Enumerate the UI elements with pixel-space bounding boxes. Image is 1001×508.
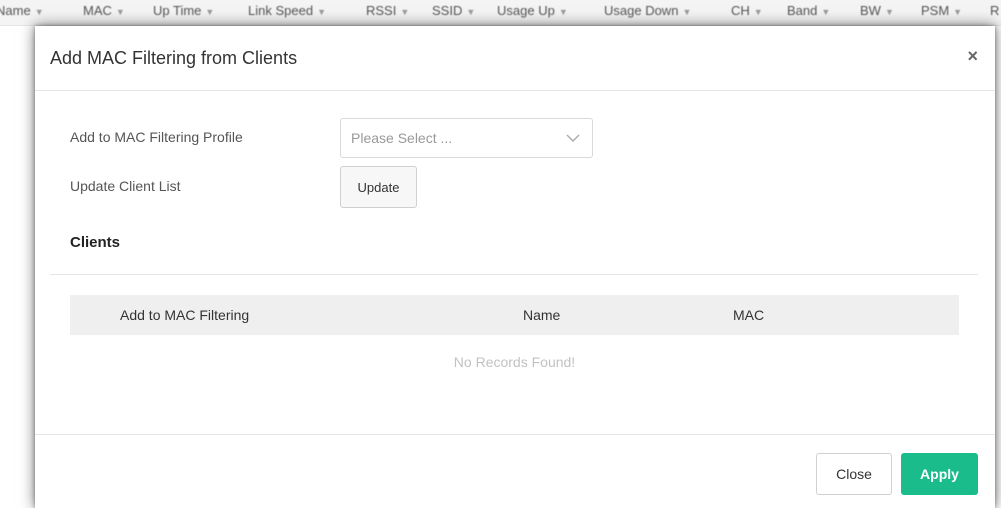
- bg-column-header: Up Time ▼: [153, 3, 215, 18]
- column-header-add-to-mac-filtering: Add to MAC Filtering: [120, 307, 250, 323]
- chevron-down-icon: [566, 134, 580, 142]
- bg-column-header: RSSI ▼: [366, 3, 410, 18]
- clients-section-title: Clients: [70, 234, 121, 251]
- section-divider: [50, 274, 978, 275]
- select-placeholder: Please Select ...: [351, 130, 453, 146]
- bg-column-header: MAC ▼: [83, 3, 125, 18]
- background-table-header: Name▼ MAC▼ Up Time▼ Link Speed▼ RSSI▼ SS…: [0, 0, 1001, 26]
- modal-title: Add MAC Filtering from Clients: [50, 48, 298, 68]
- column-header-name: Name: [523, 307, 561, 323]
- update-client-list-label: Update Client List: [70, 178, 181, 194]
- bg-column-header: Usage Down ▼: [604, 3, 692, 18]
- bg-column-header: R: [990, 3, 1000, 18]
- close-button[interactable]: Close: [816, 453, 892, 495]
- add-mac-filtering-dialog: Add MAC Filtering from Clients × Add to …: [35, 26, 995, 508]
- column-header-mac: MAC: [733, 307, 765, 323]
- update-button[interactable]: Update: [340, 166, 417, 208]
- bg-column-header: Name▼: [0, 3, 44, 18]
- bg-column-header: PSM ▼: [921, 3, 963, 18]
- apply-button[interactable]: Apply: [901, 453, 978, 495]
- bg-column-header: Usage Up ▼: [497, 3, 568, 18]
- close-icon[interactable]: ×: [967, 46, 978, 66]
- bg-column-header: Band ▼: [787, 3, 831, 18]
- bg-column-header: BW ▼: [860, 3, 894, 18]
- bg-column-header: CH ▼: [731, 3, 763, 18]
- bg-column-header: Link Speed ▼: [248, 3, 326, 18]
- footer-divider: [35, 434, 995, 435]
- empty-table-message: No Records Found!: [453, 354, 576, 370]
- mac-filtering-profile-select[interactable]: Please Select ...: [340, 118, 593, 158]
- modal-header: Add MAC Filtering from Clients ×: [35, 26, 995, 91]
- bg-column-header: SSID ▼: [432, 3, 476, 18]
- profile-label: Add to MAC Filtering Profile: [70, 129, 243, 145]
- clients-table-header: Add to MAC Filtering Name MAC: [70, 295, 959, 335]
